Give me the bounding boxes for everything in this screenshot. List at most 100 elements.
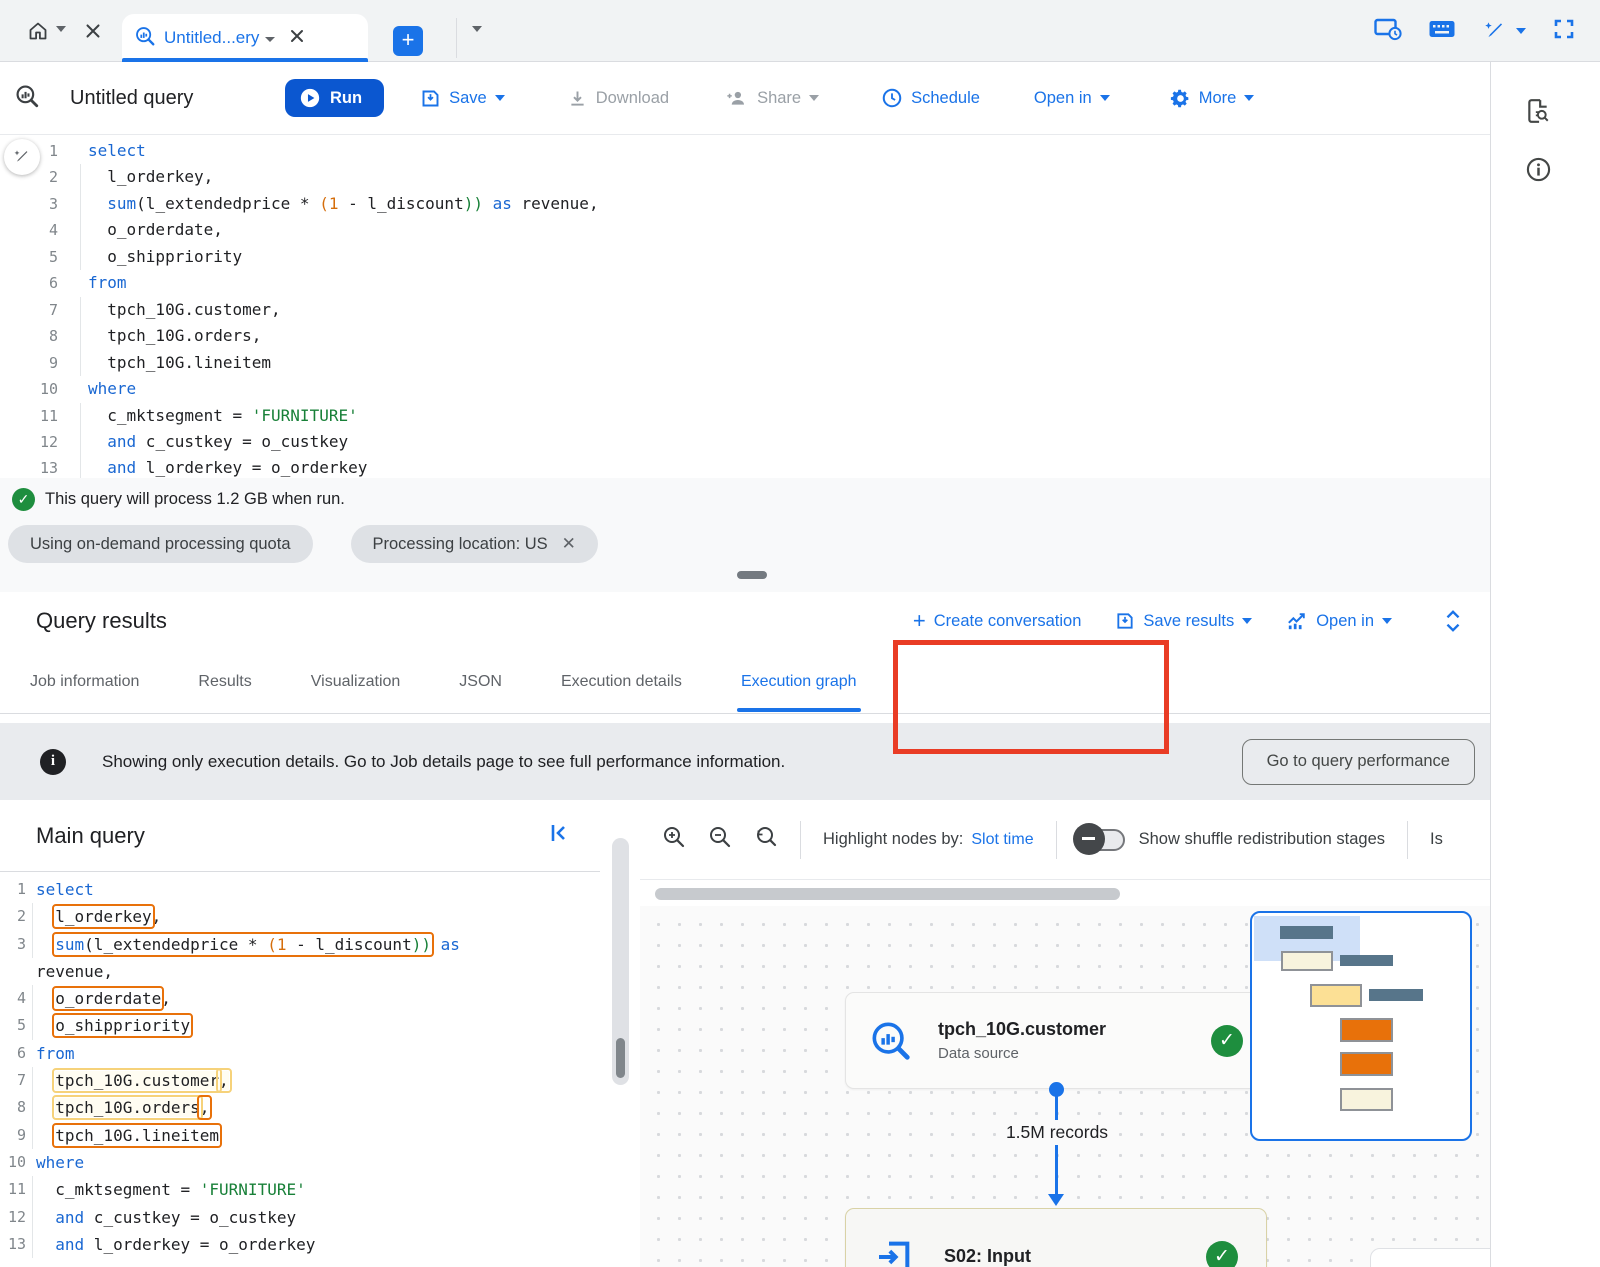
line-number: 6 xyxy=(0,270,58,296)
node-title: tpch_10G.customer xyxy=(938,1019,1211,1040)
code-line: 11 c_mktsegment = 'FURNITURE' xyxy=(0,1176,600,1203)
tab-json[interactable]: JSON xyxy=(459,650,502,713)
panel-resize-handle[interactable] xyxy=(737,571,767,579)
go-to-query-performance-button[interactable]: Go to query performance xyxy=(1242,739,1475,785)
code-line: 10where xyxy=(0,1149,600,1176)
line-number: 10 xyxy=(0,1149,26,1176)
horizontal-scrollbar[interactable] xyxy=(655,888,1120,900)
query-toolbar: Untitled query Run Save Download Share S… xyxy=(0,62,1490,135)
line-number: 11 xyxy=(0,1176,26,1203)
line-number: 11 xyxy=(0,403,58,429)
home-menu-caret-icon[interactable] xyxy=(56,26,66,32)
line-number: 9 xyxy=(0,350,58,376)
code-line: 7 tpch_10G.customer, xyxy=(0,1067,600,1094)
query-tab[interactable]: Untitled...ery xyxy=(122,14,368,62)
main-query-panel: Main query 1select2 l_orderkey,3 sum(l_e… xyxy=(0,800,600,1267)
plus-icon: + xyxy=(913,608,926,634)
clipped-toolbar-label: Is xyxy=(1430,830,1443,849)
code-line: 10where xyxy=(0,376,1490,402)
new-tab-button[interactable]: + xyxy=(393,26,423,56)
line-number: 1 xyxy=(0,876,26,903)
minimap-dark-bar xyxy=(1340,955,1393,966)
graph-canvas[interactable]: tpch_10G.customer Data source ✓ 1.5M rec… xyxy=(640,880,1490,1267)
line-number: 5 xyxy=(0,244,58,270)
vertical-scrollbar[interactable] xyxy=(612,838,629,1085)
editor-status-bar: ✓ This query will process 1.2 GB when ru… xyxy=(0,478,1490,592)
line-number: 7 xyxy=(0,1067,26,1094)
play-icon xyxy=(299,87,321,109)
banner-text: Showing only execution details. Go to Jo… xyxy=(102,752,1242,772)
sql-generation-icon[interactable] xyxy=(1482,18,1526,44)
query-setting-chip[interactable]: Using on-demand processing quota xyxy=(8,525,313,563)
code-line: 7 tpch_10G.customer, xyxy=(0,297,1490,323)
line-number: 3 xyxy=(0,931,26,958)
more-button[interactable]: More xyxy=(1170,88,1255,109)
tab-job-information[interactable]: Job information xyxy=(30,650,139,713)
tab-list-caret-icon[interactable] xyxy=(472,26,482,32)
line-number: 4 xyxy=(0,985,26,1012)
schedule-button[interactable]: Schedule xyxy=(881,87,980,109)
graph-node-datasource[interactable]: tpch_10G.customer Data source ✓ xyxy=(845,992,1272,1089)
scrollbar-thumb[interactable] xyxy=(616,1038,625,1078)
graph-node-partial[interactable] xyxy=(1370,1248,1490,1267)
query-setting-chip[interactable]: Processing location: US✕ xyxy=(351,525,598,563)
shuffle-stages-label: Show shuffle redistribution stages xyxy=(1139,830,1385,849)
line-number: 8 xyxy=(0,323,58,349)
line-number xyxy=(0,958,26,985)
code-line: 8 tpch_10G.orders, xyxy=(0,1094,600,1121)
input-stage-icon xyxy=(874,1237,914,1267)
search-tab-history-icon[interactable] xyxy=(1525,98,1551,129)
chip-close-icon[interactable]: ✕ xyxy=(562,534,576,554)
highlight-mode-select[interactable]: Slot time xyxy=(971,831,1033,849)
tab-visualization[interactable]: Visualization xyxy=(311,650,401,713)
shuffle-stages-toggle[interactable] xyxy=(1079,829,1125,851)
query-title: Untitled query xyxy=(70,87,285,110)
collapse-panel-icon[interactable] xyxy=(546,821,570,850)
download-button[interactable]: Download xyxy=(567,88,669,109)
clock-icon xyxy=(881,87,903,109)
query-suggestion-icon[interactable] xyxy=(4,139,40,175)
bigquery-console: Untitled...ery + xyxy=(0,0,1600,1267)
keyboard-shortcuts-icon[interactable] xyxy=(1428,17,1456,46)
save-results-button[interactable]: Save results xyxy=(1115,611,1252,631)
code-line: 2 l_orderkey, xyxy=(0,903,600,930)
close-tab-icon[interactable] xyxy=(287,26,307,51)
minimap-cream-bar xyxy=(1281,951,1333,971)
code-line: 12 and c_custkey = o_custkey xyxy=(0,429,1490,455)
bigquery-icon xyxy=(134,25,156,52)
code-line: 9 tpch_10G.lineitem xyxy=(0,350,1490,376)
open-in-button[interactable]: Open in xyxy=(1034,89,1110,108)
tab-execution-graph[interactable]: Execution graph xyxy=(741,650,857,713)
line-number: 6 xyxy=(0,1040,26,1067)
share-button[interactable]: Share xyxy=(725,88,819,109)
line-number: 10 xyxy=(0,376,58,402)
run-button[interactable]: Run xyxy=(285,79,384,117)
tab-results[interactable]: Results xyxy=(198,650,251,713)
graph-minimap[interactable] xyxy=(1250,911,1472,1141)
zoom-in-icon[interactable] xyxy=(662,825,686,854)
zoom-out-icon[interactable] xyxy=(708,825,732,854)
info-panel-icon[interactable] xyxy=(1525,156,1552,188)
sql-editor[interactable]: 1select2 l_orderkey,3 sum(l_extendedpric… xyxy=(0,135,1490,478)
tab-caret-icon[interactable] xyxy=(265,29,275,47)
close-home-tab-icon[interactable] xyxy=(82,20,104,42)
device-schedule-icon[interactable] xyxy=(1374,16,1402,47)
code-line: 6from xyxy=(0,1040,600,1067)
code-line: 12 and c_custkey = o_custkey xyxy=(0,1204,600,1231)
create-conversation-button[interactable]: + Create conversation xyxy=(913,608,1082,634)
code-line: 8 tpch_10G.orders, xyxy=(0,323,1490,349)
open-results-in-button[interactable]: Open in xyxy=(1286,611,1392,631)
line-number: 13 xyxy=(0,455,58,478)
graph-node-s02-input[interactable]: S02: Input ✓ xyxy=(845,1208,1267,1267)
divider xyxy=(1056,821,1057,859)
code-line: 4 o_orderdate, xyxy=(0,985,600,1012)
home-icon[interactable] xyxy=(26,19,50,43)
tab-execution-details[interactable]: Execution details xyxy=(561,650,682,713)
save-button[interactable]: Save xyxy=(420,88,505,109)
highlight-nodes-label: Highlight nodes by: xyxy=(823,830,963,849)
toggle-thumb xyxy=(1073,823,1105,855)
expand-collapse-results-icon[interactable] xyxy=(1444,609,1462,633)
zoom-reset-icon[interactable] xyxy=(754,825,778,854)
tab-bar: Untitled...ery + xyxy=(0,0,1600,62)
fullscreen-icon[interactable] xyxy=(1552,17,1576,46)
